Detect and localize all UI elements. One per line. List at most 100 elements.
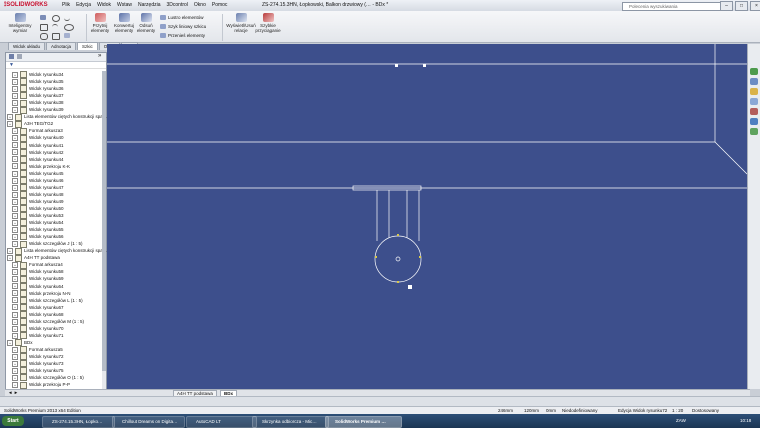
file-explorer-icon[interactable]	[750, 88, 758, 95]
tree-scroll-thumb[interactable]	[102, 71, 106, 371]
taskbar-item-browser[interactable]: Chillout Dreams on Digita…	[112, 416, 185, 428]
expand-icon[interactable]: +	[12, 149, 18, 156]
expand-icon[interactable]: +	[12, 290, 18, 297]
tree-item[interactable]: + Widok rysunku47	[12, 184, 64, 192]
spline-tool[interactable]	[64, 15, 70, 21]
tree-item[interactable]: + Widok szczegółów M (1 : 5)	[12, 318, 84, 326]
tree-item[interactable]: + Widok rysunku49	[12, 198, 64, 206]
tree-item[interactable]: + Widok przekroju K-K	[12, 162, 70, 170]
expand-icon[interactable]: +	[12, 332, 18, 339]
tree-item[interactable]: + Widok rysunku41	[12, 141, 64, 149]
tree-item[interactable]: + Widok rysunku68	[12, 311, 64, 318]
sheet-nav-arrows[interactable]: ◄ ►	[8, 390, 18, 395]
design-library-icon[interactable]	[750, 78, 758, 85]
expand-icon[interactable]: +	[12, 226, 18, 233]
expand-icon[interactable]: +	[12, 353, 18, 360]
tree-item[interactable]: + Format arkusza3	[12, 127, 63, 135]
expand-icon[interactable]: +	[12, 85, 18, 92]
expand-icon[interactable]: +	[12, 304, 18, 311]
menu-view[interactable]: Widok	[97, 2, 111, 8]
expand-icon[interactable]: +	[12, 276, 18, 283]
tree-item[interactable]: + Widok rysunku48	[12, 191, 64, 199]
taskbar-item-solidworks-doc[interactable]: ZS-274.15.3HN, Łopko…	[42, 416, 115, 428]
tree-item[interactable]: + Widok rysunku42	[12, 148, 64, 156]
start-button[interactable]: Start	[2, 416, 24, 426]
tree-item[interactable]: + Widok rysunku54	[12, 219, 64, 227]
close-button[interactable]: ×	[750, 1, 760, 11]
appearances-icon[interactable]	[750, 118, 758, 125]
search-input[interactable]: Polecenia wyszukiwania	[622, 2, 722, 11]
menu-window[interactable]: Okno	[194, 2, 206, 8]
expand-icon[interactable]: +	[12, 135, 18, 142]
custom-status[interactable]: Dostosowany	[692, 408, 719, 413]
convert-entities-button[interactable]: Konwertuj elementy	[113, 13, 135, 33]
polygon-tool[interactable]	[52, 33, 60, 40]
solidworks-logo[interactable]: ⟟SOLIDWORKS	[4, 2, 48, 9]
tree-item[interactable]: + Widok rysunku73	[12, 360, 64, 368]
view-palette-icon[interactable]	[750, 108, 758, 115]
expand-icon[interactable]: +	[12, 311, 18, 318]
menu-tools[interactable]: Narzędzia	[138, 2, 161, 8]
tree-item[interactable]: + Widok rysunku46	[12, 177, 64, 185]
tree-item[interactable]: + Widok szczegółów O (1 : 5)	[12, 374, 84, 382]
tree-item[interactable]: + Widok rysunku35	[12, 78, 64, 86]
fillet-tool[interactable]	[64, 33, 70, 38]
ellipse-tool[interactable]	[64, 24, 74, 31]
arc-tool[interactable]	[52, 24, 58, 30]
mirror-entities-button[interactable]: Lustro elementów	[160, 15, 204, 20]
expand-icon[interactable]: +	[12, 100, 18, 106]
feature-tree-icon[interactable]	[9, 54, 14, 59]
maximize-button[interactable]: □	[735, 1, 748, 11]
tree-item[interactable]: + Widok rysunku75	[12, 367, 64, 375]
expand-icon[interactable]: +	[12, 128, 18, 135]
menu-help[interactable]: Pomoc	[212, 2, 228, 8]
tree-item[interactable]: + Widok rysunku37	[12, 92, 64, 100]
taskbar-item-autocad[interactable]: AutoCAD LT	[186, 416, 257, 428]
expand-icon[interactable]: +	[12, 318, 18, 325]
language-indicator[interactable]: ZAW	[676, 418, 686, 423]
smart-dimension-button[interactable]: Inteligentny wymiar	[6, 13, 34, 33]
tab-layout-view[interactable]: Widok układu	[8, 42, 46, 50]
slot-tool[interactable]	[40, 33, 48, 40]
tree-item[interactable]: + Widok rysunku55	[12, 226, 64, 234]
tree-item[interactable]: + Widok przekroju N-N	[12, 289, 71, 297]
tree-item[interactable]: + Widok rysunku67	[12, 303, 64, 311]
tree-item[interactable]: + Widok rysunku36	[12, 85, 64, 93]
menu-3dcontrol[interactable]: 3Dcontrol	[167, 2, 188, 8]
tree-item[interactable]: + Widok rysunku56	[12, 233, 64, 241]
expand-icon[interactable]: +	[12, 269, 18, 276]
quick-snaps-button[interactable]: Szybkie przyciąganie	[253, 13, 283, 33]
offset-entities-button[interactable]: Odsuń elementy	[136, 13, 156, 33]
minimize-button[interactable]: –	[720, 1, 733, 11]
taskbar-item-outlook[interactable]: Skrzynka odbiorcza - Mic…	[252, 416, 329, 428]
tree-item[interactable]: + Widok rysunku39	[12, 106, 64, 114]
trim-button[interactable]: Przytnij elementy	[89, 13, 111, 33]
circle-tool[interactable]	[52, 15, 60, 22]
resources-icon[interactable]	[750, 68, 758, 75]
linear-pattern-button[interactable]: Szyk liniowy szkicu	[160, 24, 206, 29]
expand-icon[interactable]: +	[12, 107, 18, 114]
tree-item[interactable]: + Lista elementów ciętych konstrukcji spa…	[7, 247, 107, 255]
expand-icon[interactable]: +	[12, 205, 18, 212]
expand-icon[interactable]: +	[12, 184, 18, 191]
property-manager-icon[interactable]	[17, 54, 22, 59]
search-results-icon[interactable]	[750, 98, 758, 105]
tree-item[interactable]: + BDx	[7, 339, 33, 347]
move-entities-button[interactable]: Przenieś elementy	[160, 33, 205, 38]
tree-item[interactable]: + Format arkusza5	[12, 346, 63, 354]
expand-icon[interactable]: +	[12, 360, 18, 367]
expand-icon[interactable]: +	[7, 255, 13, 262]
tree-item[interactable]: + Widok rysunku70	[12, 325, 64, 333]
expand-icon[interactable]: +	[12, 325, 18, 332]
expand-icon[interactable]: +	[12, 78, 18, 85]
tree-item[interactable]: + Lista elementów ciętych konstrukcji spa…	[7, 113, 107, 121]
taskbar-item-solidworks[interactable]: SolidWorks Premium …	[325, 416, 402, 428]
tree-item[interactable]: + Widok rysunku34	[12, 71, 64, 79]
expand-icon[interactable]: +	[12, 92, 18, 99]
sheet-scale[interactable]: 1 : 20	[672, 408, 683, 413]
tree-item[interactable]: + Widok rysunku38	[12, 99, 64, 107]
expand-icon[interactable]: +	[12, 170, 18, 177]
tree-item[interactable]: + Widok rysunku71	[12, 332, 64, 340]
tree-item[interactable]: + Widok rysunku53	[12, 212, 64, 220]
tree-item[interactable]: + Widok rysunku59	[12, 275, 64, 283]
